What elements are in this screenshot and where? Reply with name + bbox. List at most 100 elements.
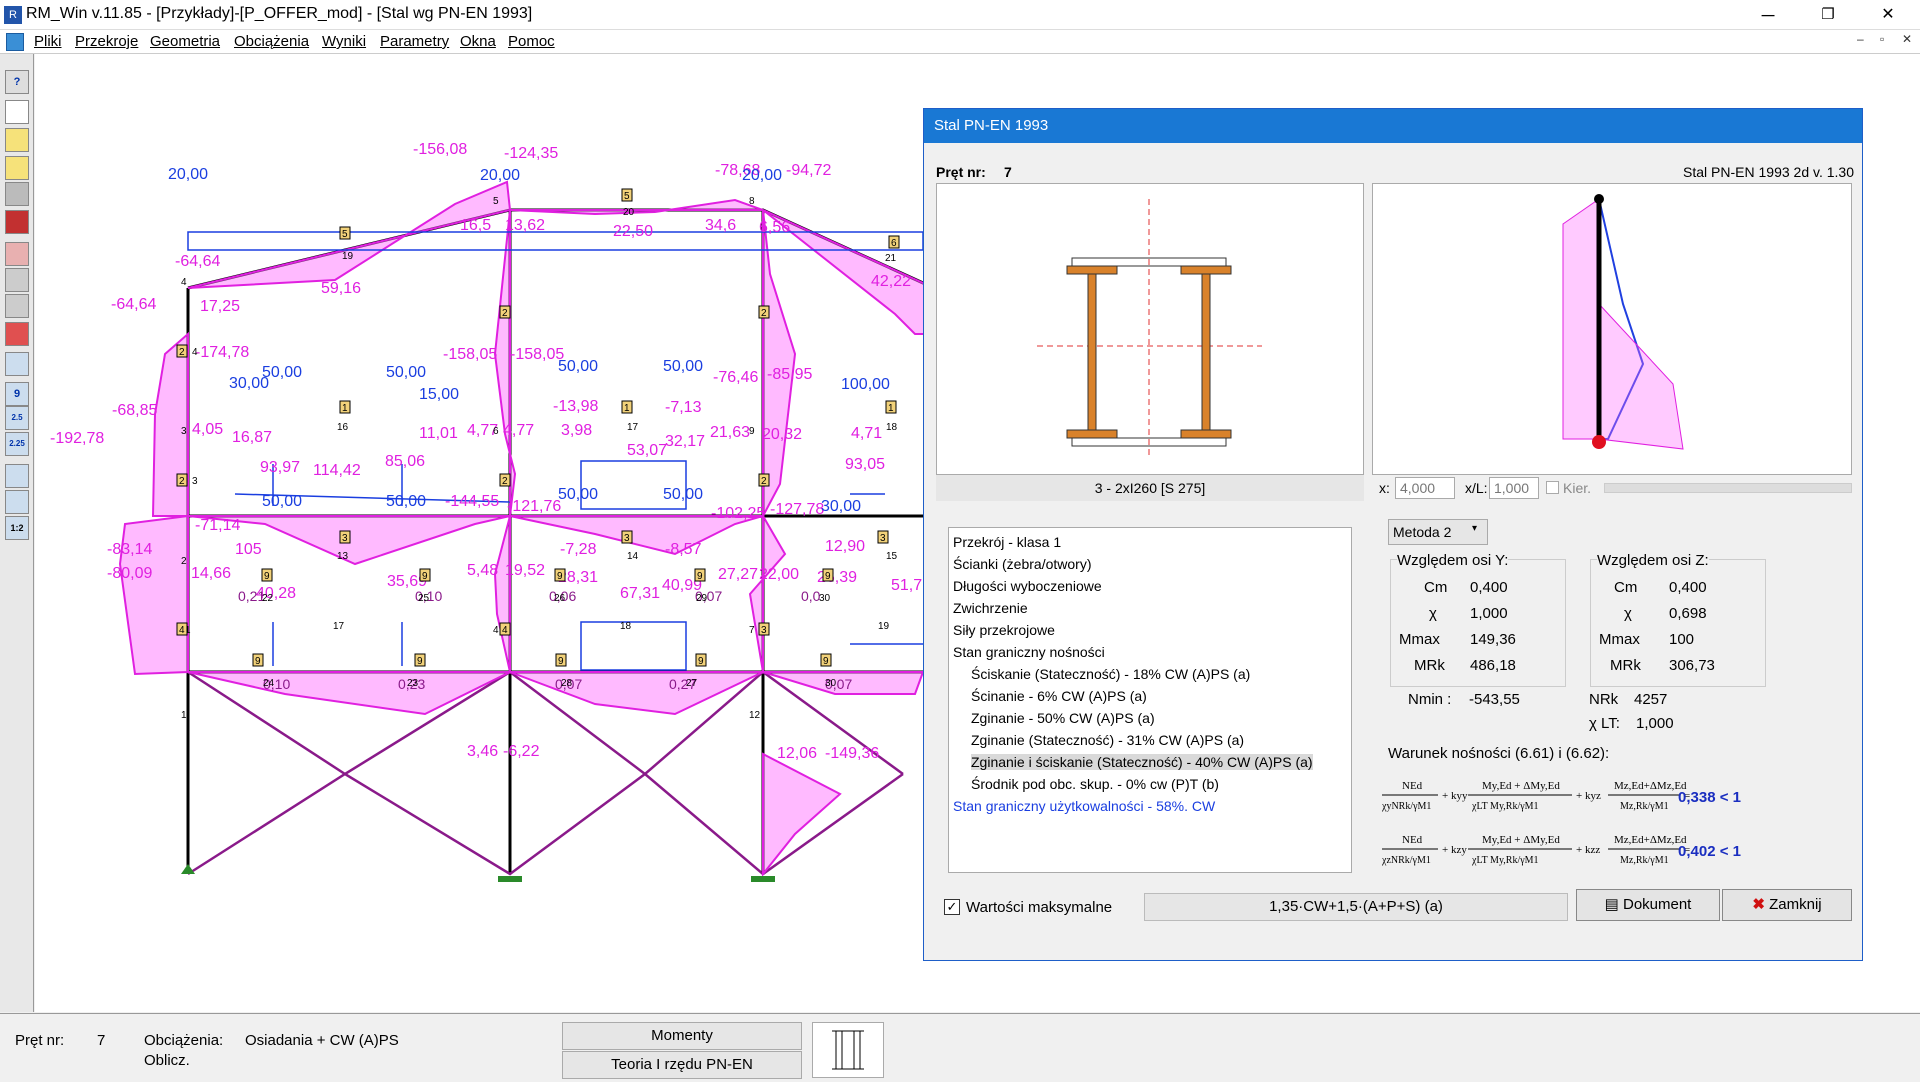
calculator-icon[interactable] — [5, 242, 29, 266]
document-icon[interactable] — [6, 33, 24, 51]
member-number: 19 — [342, 251, 354, 262]
load-arrow-icon[interactable] — [5, 352, 29, 376]
close-dialog-label: Zamknij — [1769, 896, 1822, 913]
moment-value: -156,08 — [413, 141, 467, 158]
chilt-value: 1,000 — [1636, 715, 1674, 732]
moments-button[interactable]: Momenty — [562, 1022, 802, 1050]
member-number: 25 — [418, 593, 430, 604]
menu-obciazenia[interactable]: Obciążenia — [234, 33, 309, 50]
frame-icon[interactable] — [5, 490, 29, 514]
member-number: 26 — [554, 593, 566, 604]
mdi-minimize-button[interactable]: – — [1857, 32, 1864, 46]
zoom-icon[interactable] — [5, 464, 29, 488]
menu-wyniki[interactable]: Wyniki — [322, 33, 366, 50]
member-number: 14 — [627, 551, 639, 562]
svg-text:χLT My,Rk/γM1: χLT My,Rk/γM1 — [1471, 855, 1539, 866]
tools-icon[interactable] — [5, 294, 29, 318]
new-file-icon[interactable] — [5, 100, 29, 124]
moment-value: 114,42 — [313, 462, 361, 479]
member-number: 19 — [878, 621, 890, 632]
moment-value: 42,22 — [871, 273, 911, 290]
close-dialog-button[interactable]: ✖ Zamknij — [1722, 889, 1852, 921]
member-number: 23 — [407, 678, 419, 689]
tree-item[interactable]: Zginanie (Stateczność) - 31% CW (A)PS (a… — [971, 732, 1244, 748]
svg-text:NEd: NEd — [1402, 834, 1423, 846]
supports-icon[interactable] — [5, 322, 29, 346]
section-tag: 5 — [342, 229, 348, 240]
load-value: 20,00 — [742, 167, 782, 184]
tree-item[interactable]: Stan graniczny użytkowalności - 58%. CW — [953, 798, 1215, 814]
member-moment-diagram — [1562, 194, 1684, 450]
tree-item[interactable]: Ścianki (żebra/otwory) — [953, 556, 1092, 572]
member-number: 6 — [493, 426, 499, 437]
load-value: 20,00 — [480, 167, 520, 184]
combination-field[interactable]: 1,35·CW+1,5·(A+P+S) (a) — [1144, 893, 1568, 921]
member-number: 1 — [181, 710, 187, 721]
tree-item[interactable]: Długości wyboczeniowe — [953, 578, 1102, 594]
section-tag: 3 — [342, 533, 348, 544]
member-number: 30 — [819, 593, 831, 604]
close-icon: ✖ — [1752, 896, 1770, 913]
theory-button[interactable]: Teoria I rzędu PN-EN — [562, 1051, 802, 1079]
menu-pomoc[interactable]: Pomoc — [508, 33, 555, 50]
member-number: 5 — [493, 196, 499, 207]
member-number: 16 — [337, 422, 349, 433]
tree-item[interactable]: Zginanie i ściskanie (Stateczność) - 40%… — [971, 754, 1313, 770]
member-number: 20 — [623, 207, 635, 218]
z-axis-title: Względem osi Z: — [1597, 552, 1709, 569]
mdi-restore-button[interactable]: ▫ — [1880, 32, 1884, 46]
menu-geometria[interactable]: Geometria — [150, 33, 220, 50]
open-icon[interactable] — [5, 156, 29, 180]
section-preview-icon[interactable] — [812, 1022, 884, 1078]
menu-pliki[interactable]: Pliki — [34, 33, 62, 50]
tree-item[interactable]: Zginanie - 50% CW (A)PS (a) — [971, 710, 1155, 726]
member-number: 13 — [337, 551, 349, 562]
kier-checkbox[interactable] — [1546, 481, 1559, 494]
tree-item[interactable]: Przekrój - klasa 1 — [953, 534, 1061, 550]
document-button[interactable]: ▤ Dokument — [1576, 889, 1720, 921]
x-input[interactable]: 4,000 — [1395, 477, 1455, 499]
open-folder-icon[interactable] — [5, 128, 29, 152]
formula-661: NEd χyNRk/γM1 + kyy My,Ed + ΔMy,Ed χLT My,R… — [1380, 775, 1700, 820]
dimension-button[interactable]: 2.5 — [5, 406, 29, 430]
tree-item[interactable]: Siły przekrojowe — [953, 622, 1055, 638]
dimension2-button[interactable]: 2.25 — [5, 432, 29, 456]
z-cm-value: 0,400 — [1669, 579, 1707, 596]
section-tag: 4 — [179, 625, 185, 636]
moment-value: -158,05 — [510, 346, 564, 363]
mdi-close-button[interactable]: ✕ — [1902, 32, 1912, 46]
dialog-version: Stal PN-EN 1993 2d v. 1.30 — [1683, 164, 1854, 180]
check-tree: Przekrój - klasa 1 Ścianki (żebra/otwory)… — [948, 527, 1352, 873]
member-number: 7 — [749, 625, 755, 636]
tree-item[interactable]: Stan graniczny nośności — [953, 644, 1105, 660]
save-icon[interactable] — [5, 210, 29, 234]
section-tag: 5 — [624, 191, 630, 202]
svg-text:Mz,Ed+ΔMz,Ed: Mz,Ed+ΔMz,Ed — [1614, 780, 1687, 792]
dialog-pret-value: 7 — [1004, 164, 1012, 180]
position-slider[interactable] — [1604, 483, 1852, 493]
scale-button[interactable]: 1:2 — [5, 516, 29, 540]
menu-przekroje[interactable]: Przekroje — [75, 33, 138, 50]
tree-item[interactable]: Ściskanie (Stateczność) - 18% CW (A)PS (… — [971, 666, 1250, 682]
z-mmax-label: Mmax — [1599, 631, 1640, 648]
menu-parametry[interactable]: Parametry — [380, 33, 449, 50]
chevron-down-icon[interactable]: ▾ — [1472, 523, 1477, 534]
tree-item[interactable]: Zwichrzenie — [953, 600, 1028, 616]
print-icon[interactable] — [5, 182, 29, 206]
nrk-label: NRk — [1589, 691, 1619, 708]
restore-button[interactable]: ❐ — [1800, 0, 1856, 30]
tree-item[interactable]: Ścinanie - 6% CW (A)PS (a) — [971, 688, 1147, 704]
load-value: 50,00 — [386, 364, 426, 381]
xl-input[interactable]: 1,000 — [1489, 477, 1539, 499]
copy-icon[interactable] — [5, 268, 29, 292]
tree-item[interactable]: Środnik pod obc. skup. - 0% cw (P)T (b) — [971, 776, 1219, 792]
minimize-button[interactable]: ─ — [1740, 0, 1796, 30]
help-button[interactable]: ? — [5, 70, 29, 94]
moment-value: -192,78 — [50, 430, 104, 447]
max-values-checkbox[interactable]: ✓ — [944, 899, 960, 915]
menu-okna[interactable]: Okna — [460, 33, 496, 50]
svg-text:χyNRk/γM1: χyNRk/γM1 — [1381, 801, 1431, 812]
numbering-button[interactable]: 9 — [5, 382, 29, 406]
moment-value: -174,78 — [195, 344, 249, 361]
close-button[interactable]: ✕ — [1860, 0, 1916, 30]
